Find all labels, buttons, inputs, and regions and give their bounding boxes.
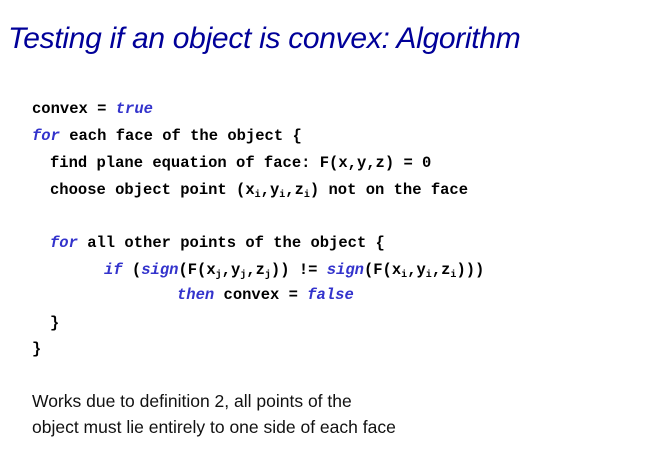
- code-line-if-sign: if (sign(F(xj,yj,zj)) != sign(F(xi,yi,zi…: [104, 261, 485, 281]
- code-text: ,z: [246, 261, 265, 279]
- code-text: convex =: [32, 100, 116, 118]
- code-line-close-inner: }: [50, 314, 59, 332]
- code-text: (: [122, 261, 142, 279]
- code-line-for-all-points: for all other points of the object {: [50, 234, 385, 252]
- code-line-for-each-face: for each face of the object {: [32, 127, 302, 145]
- code-brace: }: [50, 314, 60, 332]
- code-keyword-for: for: [50, 234, 78, 252]
- code-text: each face of the object {: [59, 127, 302, 145]
- code-text: ,z: [431, 261, 451, 279]
- code-line-convex-init: convex = true: [32, 100, 153, 118]
- code-text: ,z: [285, 181, 304, 199]
- code-text: convex =: [214, 286, 308, 304]
- code-keyword-then: then: [177, 286, 215, 304]
- code-keyword-true: true: [115, 100, 153, 118]
- note-line-2: object must lie entirely to one side of …: [32, 417, 396, 437]
- code-keyword-if: if: [104, 261, 123, 279]
- code-text: (F(x: [178, 261, 216, 279]
- code-line-find-plane: find plane equation of face: F(x,y,z) = …: [50, 154, 431, 172]
- code-text: (F(x: [363, 261, 402, 279]
- code-line-choose-point: choose object point (xi,yi,zi) not on th…: [50, 181, 469, 201]
- note-line-1: Works due to definition 2, all points of…: [32, 391, 352, 411]
- code-keyword-sign: sign: [326, 261, 364, 279]
- code-text: ,y: [260, 181, 280, 199]
- code-text: ,y: [221, 261, 241, 279]
- slide-title: Testing if an object is convex: Algorith…: [8, 22, 521, 55]
- code-text: ,y: [407, 261, 426, 279]
- code-text: choose object point (x: [50, 181, 255, 199]
- code-text: all other points of the object {: [77, 234, 385, 252]
- code-line-then-false: then convex = false: [177, 286, 354, 304]
- explanation-note: Works due to definition 2, all points of…: [32, 388, 396, 440]
- code-line-close-outer: }: [32, 340, 41, 358]
- code-keyword-false: false: [307, 286, 354, 304]
- code-keyword-for: for: [32, 127, 60, 145]
- code-text: find plane equation of face: F(x,y,z) = …: [50, 154, 432, 172]
- code-keyword-sign: sign: [141, 261, 179, 279]
- code-text: ))): [456, 261, 485, 279]
- code-text: ) not on the face: [309, 181, 469, 199]
- code-brace: }: [32, 340, 42, 358]
- code-text: )) !=: [270, 261, 327, 279]
